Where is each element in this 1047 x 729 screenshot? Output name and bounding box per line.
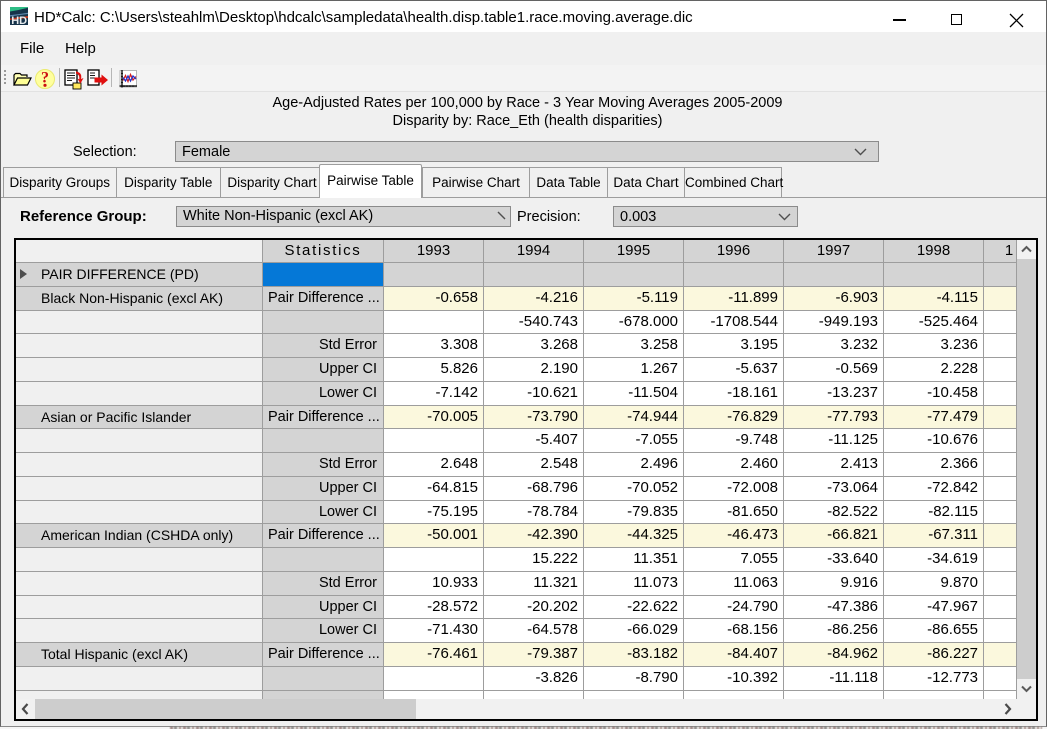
svg-text:HD: HD — [11, 15, 27, 25]
